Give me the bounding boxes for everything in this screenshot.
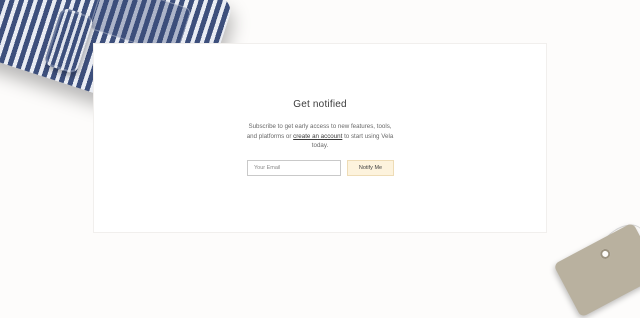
email-field[interactable] xyxy=(247,160,341,176)
create-account-link[interactable]: create an account xyxy=(293,133,342,140)
luggage-tag-photo xyxy=(553,222,640,318)
notify-me-button[interactable]: Notify Me xyxy=(347,160,394,176)
tag-hole xyxy=(598,247,613,261)
signup-description: Subscribe to get early access to new fea… xyxy=(245,122,395,151)
signup-card: Get notified Subscribe to get early acce… xyxy=(93,43,547,233)
case-clasp xyxy=(43,6,95,75)
signup-title: Get notified xyxy=(293,99,347,110)
